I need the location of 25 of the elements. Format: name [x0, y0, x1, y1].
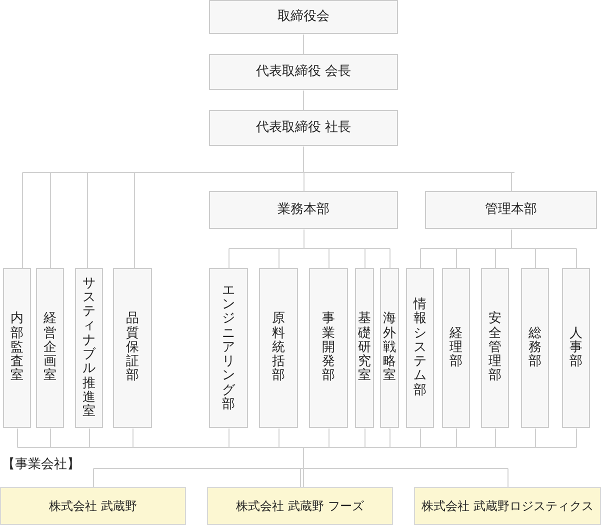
company-box: 株式会社 武蔵野 — [0, 487, 186, 525]
department-box: 総務部 — [521, 268, 549, 428]
department-box: 海外戦略室 — [380, 268, 399, 428]
department-box: 経営企画室 — [36, 268, 64, 428]
department-box: 安全管理部 — [481, 268, 509, 428]
department-box: 原料統括部 — [259, 268, 298, 428]
department-box: 基礎研究室 — [355, 268, 374, 428]
department-box: 事業開発部 — [309, 268, 348, 428]
executive-box: 取締役会 — [209, 0, 398, 34]
department-box: 経理部 — [442, 268, 470, 428]
section-label: 【事業会社】 — [2, 456, 80, 474]
department-box: 情報システム部 — [406, 268, 434, 428]
executive-box: 代表取締役 会長 — [209, 54, 398, 90]
department-box: サスティナブル推進室 — [75, 268, 103, 428]
executive-box: 代表取締役 社長 — [209, 110, 398, 146]
department-box: 内部監査室 — [3, 268, 31, 428]
division-box: 管理本部 — [425, 191, 597, 229]
division-box: 業務本部 — [209, 191, 398, 229]
connector-line — [303, 90, 304, 111]
department-box: 人事部 — [562, 268, 590, 428]
company-box: 株式会社 武蔵野 フーズ — [207, 487, 393, 525]
department-box: エンジニアリング部 — [209, 268, 248, 428]
company-box: 株式会社 武蔵野ロジスティクス — [414, 487, 601, 525]
connector-line — [303, 34, 304, 55]
department-box: 品質保証部 — [113, 268, 152, 428]
